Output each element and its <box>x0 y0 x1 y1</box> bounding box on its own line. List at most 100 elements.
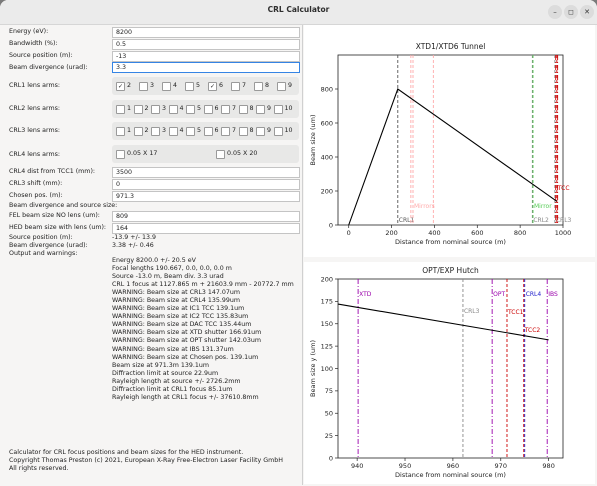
energy-input[interactable]: 8200 <box>112 27 300 38</box>
maximize-button[interactable]: ◻ <box>564 5 578 19</box>
output-line: Rayleigh length at source +/- 2726.2mm <box>112 377 241 385</box>
control-panel: Energy (eV): 8200 Bandwidth (%): 0.5 Sou… <box>9 25 300 485</box>
y-tick-label: 75 <box>325 387 333 395</box>
x-tick-label: 960 <box>447 462 459 470</box>
bandwidth-input[interactable]: 0.5 <box>112 39 300 50</box>
crl3-arm-label: 4 <box>179 127 184 134</box>
energy-label: Energy (eV): <box>9 28 49 35</box>
marker-label: TCC2 <box>524 327 541 334</box>
crl1-checkbox[interactable] <box>254 82 263 91</box>
hutch-plot: OPT/EXP Hutch 940 950 960 970 980 0 25 50 75 100 12… <box>304 262 595 484</box>
x-tick-label: 200 <box>385 229 397 237</box>
crl4-dist-label: CRL4 dist from TCC1 (mm): <box>9 168 96 175</box>
y-tick-label: 150 <box>321 320 333 328</box>
crl3-checkbox[interactable] <box>168 127 178 136</box>
fel-beam-size-input[interactable]: 809 <box>112 211 300 222</box>
output-line: Diffraction limit at CRL1 focus 85.1um <box>112 385 233 393</box>
output-line: WARNING: Beam size at DAC TCC 135.44um <box>112 321 252 329</box>
crl1-arm-label: 2 <box>127 82 132 89</box>
crl2-checkbox[interactable] <box>203 105 213 114</box>
crl4-dist-input[interactable]: 3500 <box>112 167 300 178</box>
crl2-arm-label: 4 <box>179 105 184 112</box>
x-tick-label: 940 <box>351 462 363 470</box>
crl4-arm-label: 0.05 X 17 <box>127 150 158 157</box>
x-tick-label: 950 <box>399 462 411 470</box>
crl2-checkbox[interactable] <box>221 105 230 114</box>
splitter[interactable] <box>302 25 303 485</box>
crl1-arm-label: 9 <box>288 82 293 89</box>
output-line: Diffraction limit at source 22.9um <box>112 369 219 377</box>
plot-area <box>337 278 564 459</box>
crl2-checkbox[interactable] <box>186 105 195 114</box>
crl2-arm-label: 9 <box>267 105 272 112</box>
crl2-arm-label: 2 <box>144 105 149 112</box>
crl1-arm-label: 7 <box>242 82 247 89</box>
crl4-checkbox-0[interactable] <box>116 150 125 159</box>
crl2-arm-label: 7 <box>232 105 237 112</box>
crl3-shift-input[interactable]: 0 <box>112 179 300 190</box>
y-tick-label: 25 <box>325 432 333 440</box>
beam-divergence-input[interactable]: 3.3 <box>112 62 300 73</box>
app-window: CRL Calculator – ◻ ✕ Energy (eV): 8200 B… <box>0 0 597 486</box>
output-line: Beam size at 971.3m 139.1um <box>112 361 210 369</box>
crl1-checkbox[interactable] <box>162 82 171 91</box>
crl3-checkbox[interactable] <box>133 127 143 136</box>
crl2-checkbox[interactable] <box>151 105 160 114</box>
crl2-checkbox[interactable] <box>256 105 265 114</box>
crl2-arm-label: 3 <box>162 105 167 112</box>
crl4-checkbox-1[interactable] <box>216 150 225 159</box>
crl3-checkbox[interactable] <box>203 127 213 136</box>
output-line: WARNING: Beam size at Chosen pos. 139.1u… <box>112 353 259 361</box>
fel-beam-size-label: FEL beam size NO lens (um): <box>9 212 100 219</box>
crl3-shift-label: CRL3 shift (mm): <box>9 180 63 187</box>
chart-title: OPT/EXP Hutch <box>422 266 479 275</box>
source-position-result: -13.9 +/- 13.9 <box>112 234 156 241</box>
crl2-checkbox[interactable] <box>238 105 248 114</box>
hed-beam-size-label: HED beam size with lens (um): <box>9 224 107 231</box>
marker-label: IBS <box>548 291 558 298</box>
crl2-checkbox[interactable] <box>273 105 283 114</box>
marker-label: TCC1 <box>507 309 524 316</box>
crl1-checkbox[interactable] <box>139 82 148 91</box>
crl2-checkbox[interactable] <box>133 105 143 114</box>
output-line: Energy 8200.0 +/- 20.5 eV <box>112 257 196 264</box>
crl3-checkbox[interactable] <box>238 127 248 136</box>
crl3-checkbox[interactable] <box>186 127 195 136</box>
y-tick-label: 100 <box>321 365 333 373</box>
crl3-checkbox[interactable] <box>256 127 265 136</box>
x-tick-label: 800 <box>514 229 526 237</box>
y-axis-label: Beam size (um) <box>309 114 317 165</box>
crl3-arm-label: 8 <box>249 127 254 134</box>
crl3-arm-label: 6 <box>214 127 219 134</box>
crl2-checkbox[interactable] <box>116 105 125 114</box>
marker-label: Mirrors <box>414 203 435 210</box>
minimize-button[interactable]: – <box>548 5 562 19</box>
output-text: Energy 8200.0 +/- 20.5 eV Focal lengths 1… <box>112 257 294 402</box>
hed-beam-size-input[interactable]: 164 <box>112 223 300 234</box>
marker-label: TCC <box>557 185 570 192</box>
crl1-arm-label: 8 <box>265 82 270 89</box>
crl2-checkbox[interactable] <box>168 105 178 114</box>
crl3-checkbox[interactable] <box>116 127 125 136</box>
crl1-checkbox[interactable] <box>185 82 194 91</box>
crl3-checkbox[interactable] <box>221 127 230 136</box>
chosen-pos-input[interactable]: 971.3 <box>112 191 300 202</box>
output-line: WARNING: Beam size at CRL4 135.99um <box>112 297 241 305</box>
crl1-checkbox[interactable] <box>277 82 286 91</box>
output-label: Output and warnings: <box>9 250 78 257</box>
source-position-input[interactable]: -13 <box>112 51 300 62</box>
beam-divergence-result-label: Beam divergence (urad): <box>9 242 88 249</box>
crl3-arm-label: 1 <box>127 127 132 134</box>
source-position-result-label: Source position (m): <box>9 234 73 241</box>
marker-label: OPT <box>493 291 505 298</box>
crl1-label: CRL1 lens arms: <box>9 82 61 89</box>
crl3-checkbox[interactable] <box>151 127 160 136</box>
crl1-checkbox[interactable]: ✓ <box>116 82 125 91</box>
close-button[interactable]: ✕ <box>580 5 594 19</box>
beam-divergence-result: 3.38 +/- 0.46 <box>112 242 154 249</box>
crl1-checkbox[interactable]: ✓ <box>208 82 217 91</box>
crl2-arm-label: 5 <box>197 105 202 112</box>
crl1-checkbox[interactable] <box>231 82 240 91</box>
crl2-arm-label: 6 <box>214 105 219 112</box>
crl3-checkbox[interactable] <box>273 127 283 136</box>
